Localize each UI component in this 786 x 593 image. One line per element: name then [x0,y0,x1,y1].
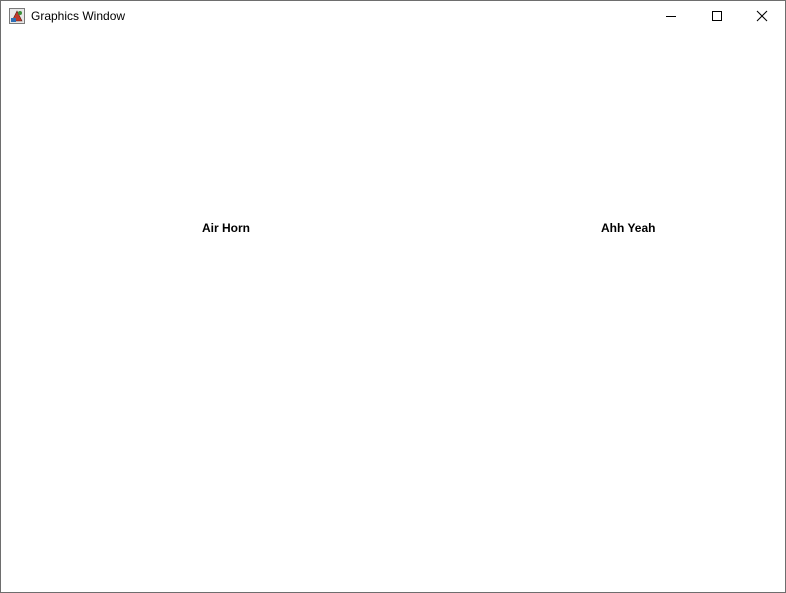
air-horn-button[interactable]: Air Horn [202,221,250,235]
close-button[interactable] [739,1,785,31]
graphics-canvas: Air Horn Ahh Yeah [1,31,785,592]
java-app-icon[interactable] [9,8,25,24]
title-bar[interactable]: Graphics Window [1,1,785,31]
minimize-button[interactable] [648,1,694,31]
minimize-icon [666,16,676,17]
maximize-button[interactable] [694,1,740,31]
maximize-icon [712,11,722,21]
ahh-yeah-button[interactable]: Ahh Yeah [601,221,655,235]
window-title: Graphics Window [31,9,126,23]
close-icon [756,10,768,22]
graphics-window: Graphics Window Air Horn Ahh Yeah [0,0,786,593]
